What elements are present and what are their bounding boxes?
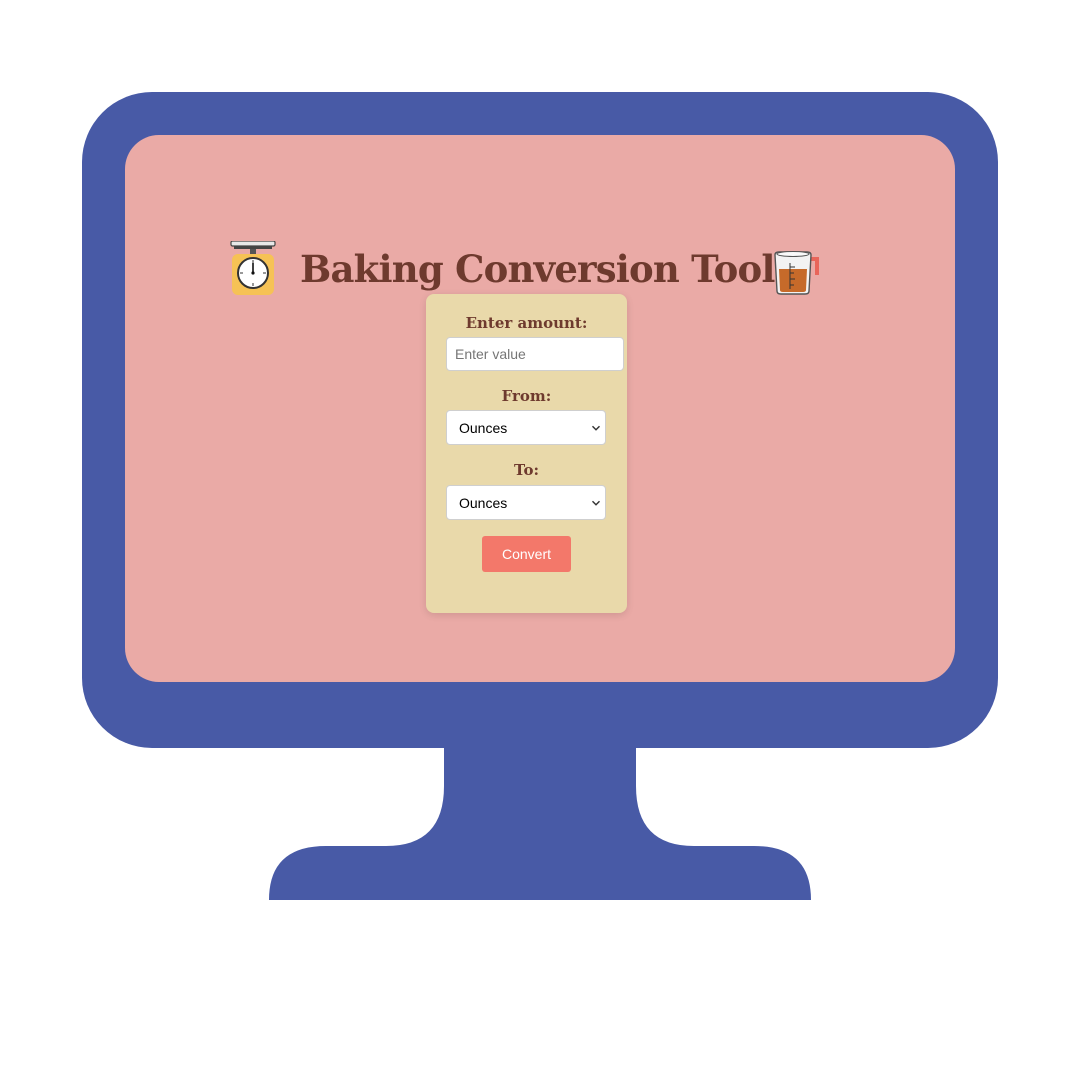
monitor-illustration: Baking Conversion Tool Enter amount: F [0, 0, 1080, 1080]
kitchen-scale-icon [230, 241, 276, 295]
title-row: Baking Conversion Tool [225, 241, 825, 301]
from-label: From: [501, 387, 552, 405]
amount-input[interactable] [446, 337, 624, 371]
to-unit-selected: Ounces [459, 495, 508, 511]
to-label: To: [514, 461, 539, 479]
chevron-down-icon [591, 500, 601, 506]
page-title: Baking Conversion Tool [300, 247, 775, 291]
monitor-stand-shape [269, 740, 811, 900]
from-unit-select[interactable]: Ounces [446, 410, 606, 445]
amount-label: Enter amount: [465, 314, 588, 332]
convert-button[interactable]: Convert [482, 536, 571, 572]
from-unit-selected: Ounces [459, 420, 508, 436]
to-unit-select[interactable]: Ounces [446, 485, 606, 520]
measuring-cup-icon [774, 251, 819, 295]
conversion-form-card: Enter amount: From: Ounces To: Ounces Co… [426, 294, 627, 613]
monitor-screen: Baking Conversion Tool Enter amount: F [125, 135, 955, 682]
chevron-down-icon [591, 425, 601, 431]
